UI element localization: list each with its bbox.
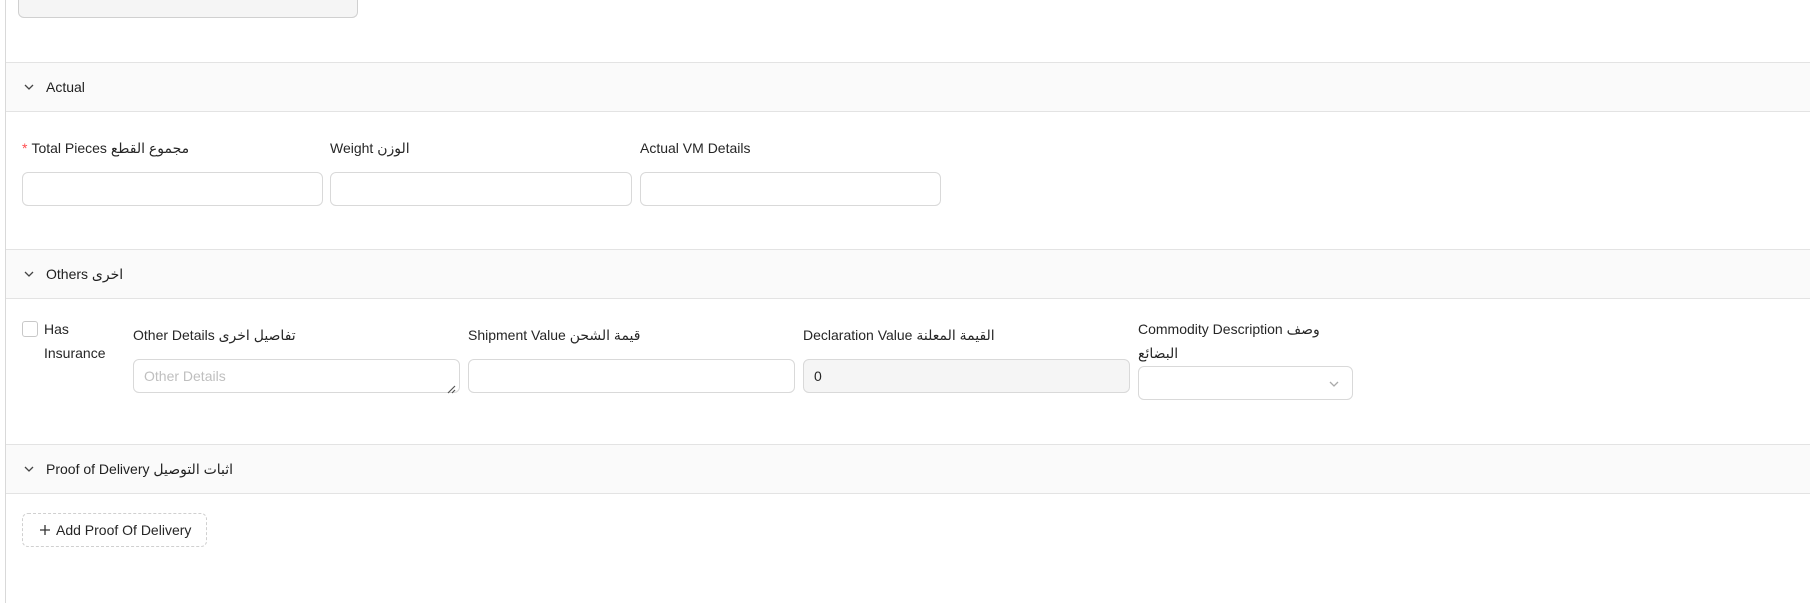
previous-field-stub: [18, 0, 358, 18]
section-header-actual[interactable]: Actual: [6, 62, 1810, 112]
shipment-value-label: Shipment Value قيمة الشحن: [468, 327, 641, 343]
section-title-actual: Actual: [46, 79, 85, 95]
plus-icon: [38, 523, 52, 537]
section-header-proof-of-delivery[interactable]: Proof of Delivery اثبات التوصيل: [6, 444, 1810, 494]
shipment-value-input[interactable]: [468, 359, 795, 393]
commodity-description-label: Commodity Description وصف البضائع: [1138, 321, 1320, 361]
commodity-description-select[interactable]: [1138, 366, 1353, 400]
total-pieces-input[interactable]: [22, 172, 323, 206]
total-pieces-label: * Total Pieces مجموع القطع: [22, 136, 189, 160]
actual-vm-details-input[interactable]: [640, 172, 941, 206]
add-proof-of-delivery-label: Add Proof Of Delivery: [56, 522, 192, 538]
weight-input[interactable]: [330, 172, 632, 206]
total-pieces-label-text: Total Pieces مجموع القطع: [31, 140, 190, 156]
resize-grip-icon[interactable]: [446, 381, 456, 394]
chevron-down-icon: [22, 80, 36, 94]
weight-label: Weight الوزن: [330, 140, 410, 156]
declaration-value-label: Declaration Value القيمة المعلنة: [803, 327, 995, 343]
chevron-down-icon: [1328, 377, 1342, 391]
actual-vm-details-label: Actual VM Details: [640, 140, 751, 156]
has-insurance-checkbox[interactable]: [22, 321, 38, 337]
section-title-others: Others اخرى: [46, 265, 124, 282]
add-proof-of-delivery-button[interactable]: Add Proof Of Delivery: [22, 513, 208, 547]
other-details-textarea[interactable]: [133, 359, 460, 393]
has-insurance-label: Has Insurance: [44, 321, 106, 361]
other-details-label: Other Details تفاصيل اخرى: [133, 327, 296, 343]
declaration-value-input: [803, 359, 1130, 393]
chevron-down-icon: [22, 462, 36, 476]
chevron-down-icon: [22, 267, 36, 281]
section-title-proof-of-delivery: Proof of Delivery اثبات التوصيل: [46, 460, 234, 477]
section-header-others[interactable]: Others اخرى: [6, 249, 1810, 299]
required-mark: *: [22, 140, 28, 156]
